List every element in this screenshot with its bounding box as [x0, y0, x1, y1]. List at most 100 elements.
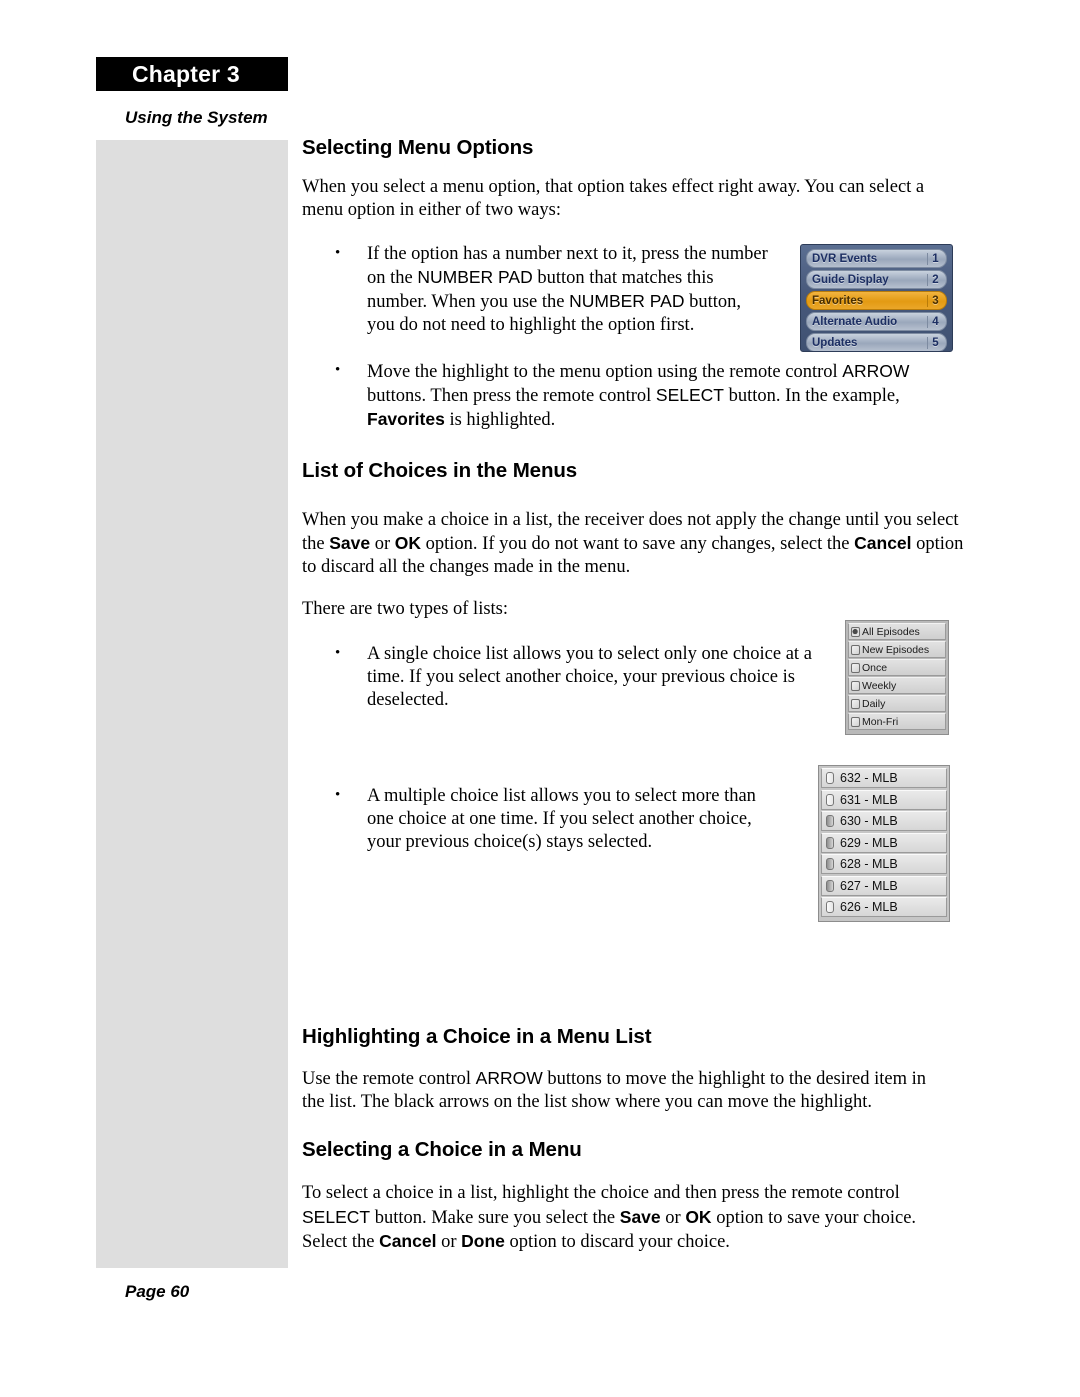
- dvr-menu-row-number: 3: [927, 294, 943, 307]
- single-choice-row[interactable]: Once: [848, 659, 946, 676]
- figure-multiple-choice-list: 632 - MLB 631 - MLB 630 - MLB 629 - MLB 628 …: [818, 765, 950, 922]
- heading-selecting-menu-options: Selecting Menu Options: [302, 136, 534, 159]
- dvr-menu-row[interactable]: Alternate Audio 4: [806, 312, 947, 331]
- single-choice-row-label: Mon-Fri: [862, 715, 899, 728]
- radio-button-icon[interactable]: [851, 644, 860, 655]
- radio-button-icon[interactable]: [851, 680, 860, 691]
- paragraph-list-of-choices: When you make a choice in a list, the re…: [302, 509, 964, 580]
- paragraph-text-part: button. Make sure you select the: [370, 1207, 620, 1228]
- emphasis-favorites: Favorites: [367, 409, 445, 430]
- paragraph-text-part: or: [436, 1231, 462, 1252]
- radio-button-icon[interactable]: [851, 698, 860, 709]
- paragraph-text-part: To select a choice in a list, highlight …: [302, 1183, 900, 1204]
- multiple-choice-row[interactable]: 630 - MLB: [821, 811, 947, 831]
- multiple-choice-row-label: 627 - MLB: [840, 878, 898, 893]
- figure-dvr-menu: DVR Events 1 Guide Display 2 Favorites 3 Alter…: [800, 244, 953, 352]
- paragraph-text-part: or: [370, 533, 395, 554]
- paragraph-text-part: option. If you do not want to save any c…: [421, 533, 855, 554]
- checkbox-icon[interactable]: [826, 879, 834, 892]
- multiple-choice-row-label: 630 - MLB: [840, 814, 898, 828]
- dvr-menu-row-number: 1: [927, 252, 943, 265]
- paragraph-text-part: or: [660, 1207, 686, 1228]
- emphasis-save: Save: [329, 532, 371, 553]
- single-choice-row-label: New Episodes: [862, 643, 930, 656]
- bullet-text-part: buttons. Then press the remote control: [367, 386, 656, 407]
- checkbox-icon[interactable]: [826, 772, 834, 784]
- single-choice-row[interactable]: Weekly: [848, 677, 946, 694]
- emphasis-number-pad: NUMBER PAD: [569, 291, 685, 312]
- paragraph-selecting-choice: To select a choice in a list, highlight …: [302, 1182, 962, 1254]
- bullet-item-single-choice: A single choice list allows you to selec…: [302, 642, 812, 713]
- single-choice-row[interactable]: Mon-Fri: [848, 713, 946, 730]
- multiple-choice-row-label: 626 - MLB: [840, 900, 898, 914]
- dvr-menu-row-label: Guide Display: [812, 273, 889, 286]
- emphasis-save: Save: [619, 1206, 661, 1227]
- sidebar-decorative-block: [96, 140, 288, 1268]
- checkbox-icon[interactable]: [826, 858, 834, 870]
- paragraph-two-types: There are two types of lists:: [302, 598, 509, 619]
- checkbox-icon[interactable]: [826, 836, 834, 849]
- checkbox-icon[interactable]: [826, 815, 834, 827]
- dvr-menu-row-label: Updates: [812, 336, 858, 349]
- paragraph-text-part: option to discard your choice.: [504, 1231, 730, 1252]
- dvr-menu-row-label: Alternate Audio: [812, 315, 898, 328]
- bullet-text-part: button. In the example,: [724, 386, 900, 407]
- dvr-menu-row-number: 4: [927, 315, 943, 328]
- multiple-choice-row-label: 631 - MLB: [840, 792, 898, 807]
- single-choice-row-label: Daily: [862, 697, 886, 710]
- dvr-menu-row-label: Favorites: [812, 294, 864, 307]
- paragraph-selecting-menu-intro: When you select a menu option, that opti…: [302, 177, 925, 221]
- bullet-text-part: Move the highlight to the menu option us…: [367, 361, 843, 382]
- emphasis-select: SELECT: [302, 1206, 371, 1227]
- dvr-menu-row[interactable]: Updates 5: [806, 333, 947, 351]
- single-choice-row[interactable]: All Episodes: [848, 623, 946, 640]
- heading-highlighting-choice: Highlighting a Choice in a Menu List: [302, 1024, 652, 1048]
- bullet-text-part: is highlighted.: [444, 410, 556, 431]
- emphasis-cancel: Cancel: [854, 532, 912, 553]
- single-choice-row[interactable]: New Episodes: [848, 641, 946, 658]
- emphasis-number-pad: NUMBER PAD: [417, 266, 533, 287]
- figure-single-choice-list: All Episodes New Episodes Once Weekly Daily M…: [845, 620, 949, 735]
- dvr-menu-row-number: 5: [927, 336, 943, 349]
- emphasis-arrow: ARROW: [475, 1067, 543, 1088]
- bullet-item-arrow-select: Move the highlight to the menu option us…: [302, 359, 950, 433]
- radio-button-icon[interactable]: [851, 662, 860, 673]
- emphasis-ok: OK: [394, 532, 422, 553]
- dvr-menu-row-number: 2: [927, 273, 943, 286]
- single-choice-row-label: All Episodes: [862, 625, 920, 638]
- paragraph-highlighting-choice: Use the remote control ARROW buttons to …: [302, 1067, 948, 1115]
- single-choice-row-label: Once: [862, 661, 888, 674]
- multiple-choice-row[interactable]: 626 - MLB: [821, 897, 947, 917]
- paragraph-text-part: Use the remote control: [302, 1068, 476, 1089]
- emphasis-arrow: ARROW: [842, 360, 910, 381]
- multiple-choice-row-label: 632 - MLB: [840, 771, 898, 785]
- multiple-choice-row[interactable]: 629 - MLB: [821, 832, 947, 853]
- page-number-footer: Page 60: [125, 1282, 190, 1301]
- emphasis-done: Done: [461, 1230, 505, 1251]
- checkbox-icon[interactable]: [826, 793, 834, 806]
- multiple-choice-row-label: 628 - MLB: [840, 857, 898, 871]
- bullet-item-multiple-choice: A multiple choice list allows you to sel…: [302, 784, 782, 855]
- emphasis-select: SELECT: [655, 385, 724, 406]
- chapter-subtitle: Using the System: [125, 108, 268, 127]
- single-choice-row[interactable]: Daily: [848, 695, 946, 712]
- radio-button-icon[interactable]: [851, 716, 860, 727]
- radio-button-icon[interactable]: [851, 626, 860, 637]
- multiple-choice-row[interactable]: 631 - MLB: [821, 789, 947, 810]
- multiple-choice-row-label: 629 - MLB: [840, 835, 898, 850]
- dvr-menu-row[interactable]: Favorites 3: [806, 291, 947, 310]
- bullet-item-number-pad: If the option has a number next to it, p…: [302, 242, 772, 338]
- emphasis-ok: OK: [685, 1206, 712, 1227]
- heading-selecting-choice: Selecting a Choice in a Menu: [302, 1138, 582, 1162]
- single-choice-row-label: Weekly: [862, 679, 897, 692]
- chapter-banner-label: Chapter 3: [132, 60, 240, 87]
- dvr-menu-row-label: DVR Events: [812, 252, 878, 265]
- dvr-menu-row[interactable]: DVR Events 1: [806, 249, 947, 268]
- checkbox-icon[interactable]: [826, 901, 834, 913]
- multiple-choice-row[interactable]: 627 - MLB: [821, 875, 947, 896]
- emphasis-cancel: Cancel: [379, 1230, 437, 1251]
- multiple-choice-row[interactable]: 628 - MLB: [821, 854, 947, 874]
- heading-list-of-choices: List of Choices in the Menus: [302, 458, 578, 482]
- dvr-menu-row[interactable]: Guide Display 2: [806, 270, 947, 289]
- multiple-choice-row[interactable]: 632 - MLB: [821, 768, 947, 788]
